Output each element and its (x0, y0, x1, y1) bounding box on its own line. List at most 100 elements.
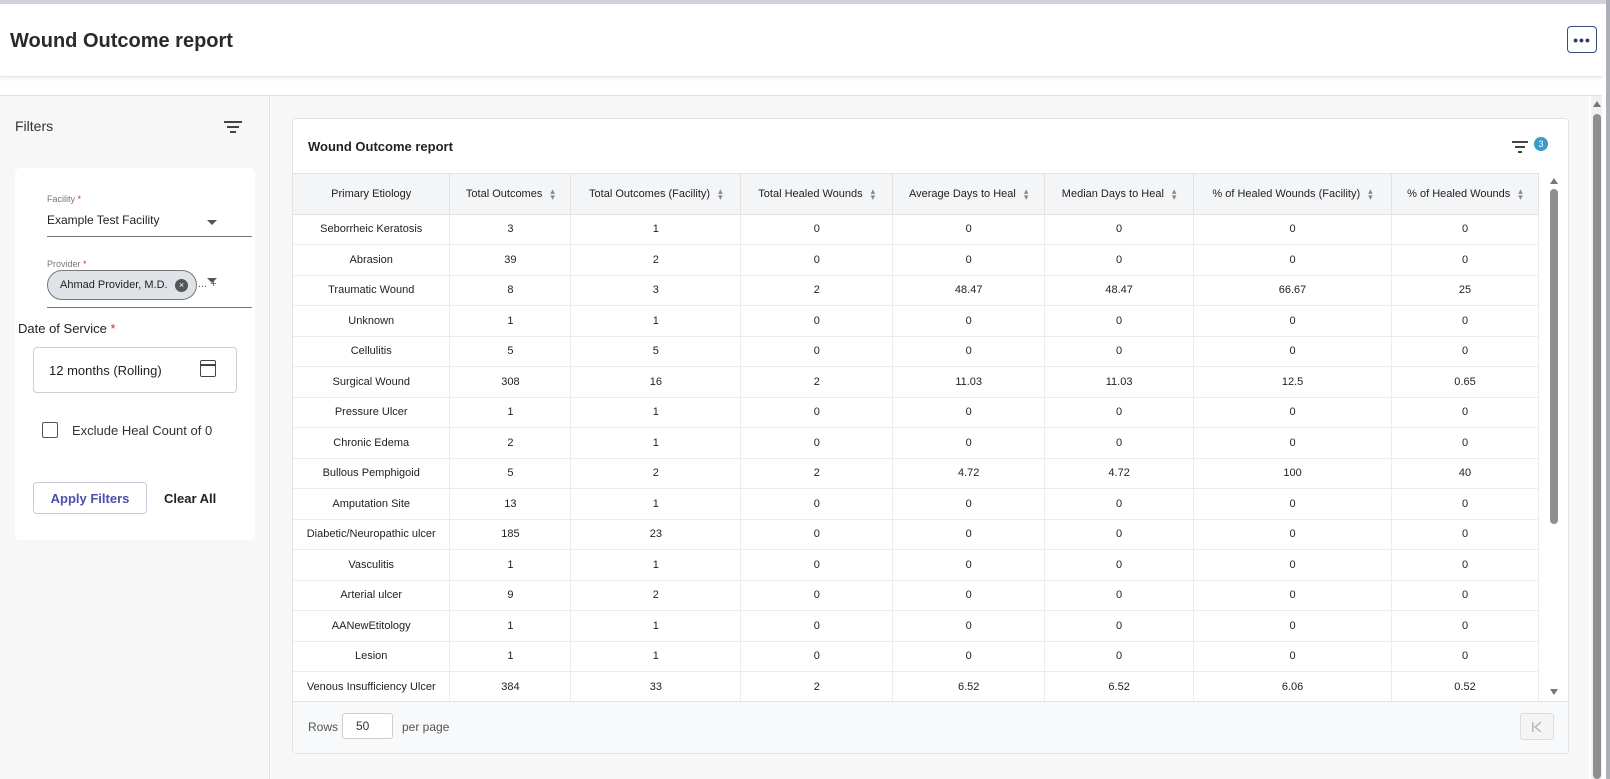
column-header[interactable]: % of Healed Wounds (Facility) ▴ ▾ (1193, 174, 1392, 215)
table-row[interactable]: Seborrheic Keratosis 3 1 0 0 0 0 0 (293, 214, 1539, 245)
table-row[interactable]: Pressure Ulcer 1 1 0 0 0 0 0 (293, 397, 1539, 428)
table-cell: Amputation Site (293, 488, 451, 520)
filters-title: Filters (15, 118, 54, 134)
apply-filters-button[interactable]: Apply Filters (33, 482, 147, 514)
table-cell: 0 (892, 214, 1046, 245)
first-page-button[interactable] (1520, 713, 1554, 740)
report-table-container: Primary Etiology Total Outcomes ▴ ▾ Total … (293, 173, 1539, 701)
table-row[interactable]: Diabetic/Neuropathic ulcer 185 23 0 0 0 0 0 (293, 519, 1539, 550)
sort-icon: ▴ ▾ (550, 185, 555, 202)
table-cell: 0 (1193, 580, 1392, 611)
table-row[interactable]: Arterial ulcer 9 2 0 0 0 0 0 (293, 580, 1539, 611)
filter-icon[interactable] (1512, 141, 1528, 153)
column-header[interactable]: Median Days to Heal ▴ ▾ (1044, 174, 1195, 215)
table-cell: 0 (1193, 488, 1392, 520)
table-row[interactable]: Surgical Wound 308 16 2 11.03 11.03 12.5 0.65 (293, 366, 1539, 398)
chip-remove-icon[interactable]: × (175, 279, 188, 292)
table-row[interactable]: Unknown 1 1 0 0 0 0 0 (293, 305, 1539, 337)
table-cell: 9 (449, 580, 572, 611)
scroll-up-icon (1550, 178, 1558, 184)
table-cell: 4.72 (1044, 458, 1195, 489)
date-of-service-input[interactable]: 12 months (Rolling) (33, 347, 237, 393)
column-header[interactable]: % of Healed Wounds ▴ ▾ (1391, 174, 1539, 215)
table-cell: 0 (740, 336, 894, 367)
table-cell: 0 (740, 610, 894, 642)
table-cell: 0 (1391, 641, 1539, 672)
provider-dropdown-icon[interactable] (207, 278, 217, 283)
column-header[interactable]: Primary Etiology (293, 174, 451, 215)
table-cell: 40 (1391, 458, 1539, 489)
table-cell: 1 (570, 610, 742, 642)
sort-icon: ▴ ▾ (718, 185, 723, 202)
table-cell: 0 (892, 397, 1046, 428)
scroll-up-icon (1593, 101, 1601, 107)
table-row[interactable]: Lesion 1 1 0 0 0 0 0 (293, 641, 1539, 672)
table-cell: 0 (892, 305, 1046, 337)
facility-select[interactable]: Example Test Facility (47, 213, 159, 227)
table-row[interactable]: Chronic Edema 2 1 0 0 0 0 0 (293, 427, 1539, 459)
column-header[interactable]: Total Healed Wounds ▴ ▾ (740, 174, 894, 215)
table-cell: 48.47 (1044, 275, 1195, 306)
table-cell: 5 (449, 336, 572, 367)
column-header[interactable]: Average Days to Heal ▴ ▾ (892, 174, 1046, 215)
table-cell: 0 (740, 305, 894, 337)
table-cell: 0 (1193, 244, 1392, 276)
table-cell: 0 (1044, 580, 1195, 611)
table-cell: 4.72 (892, 458, 1046, 489)
rows-per-page-input[interactable]: 50 (342, 713, 393, 739)
table-cell: 11.03 (1044, 366, 1195, 398)
table-cell: 5 (570, 336, 742, 367)
table-cell: 0 (892, 336, 1046, 367)
provider-chip[interactable]: Ahmad Provider, M.D. × (47, 270, 197, 300)
sort-icon: ▴ ▾ (1171, 185, 1177, 202)
table-cell: 0 (1044, 214, 1195, 245)
table-cell: AANewEtitology (293, 610, 451, 642)
table-cell: 3 (570, 275, 742, 306)
table-row[interactable]: Traumatic Wound 8 3 2 48.47 48.47 66.67 25 (293, 275, 1539, 306)
table-cell: 2 (570, 580, 742, 611)
table-row[interactable]: Abrasion 39 2 0 0 0 0 0 (293, 244, 1539, 276)
table-row[interactable]: Bullous Pemphigoid 5 2 2 4.72 4.72 100 40 (293, 458, 1539, 489)
table-cell: 1 (449, 549, 572, 581)
exclude-heal-count-checkbox[interactable] (42, 422, 58, 438)
table-cell: 1 (449, 641, 572, 672)
provider-label: Provider * (47, 259, 87, 269)
clear-all-button[interactable]: Clear All (164, 491, 216, 506)
sort-icon: ▴ ▾ (1023, 185, 1029, 202)
per-page-label: per page (402, 720, 450, 734)
table-cell: Vasculitis (293, 549, 451, 581)
table-cell: 0 (1391, 305, 1539, 337)
column-header[interactable]: Total Outcomes (Facility) ▴ ▾ (570, 174, 742, 215)
table-cell: 308 (449, 366, 572, 398)
table-cell: 1 (570, 214, 742, 245)
table-cell: Pressure Ulcer (293, 397, 451, 428)
table-cell: 0 (1044, 397, 1195, 428)
table-cell: 0 (740, 641, 894, 672)
table-cell: 0 (1044, 336, 1195, 367)
table-header-row: Primary Etiology Total Outcomes ▴ ▾ Total … (293, 174, 1539, 215)
table-scrollbar[interactable] (1549, 175, 1559, 697)
table-cell: 12.5 (1193, 366, 1392, 398)
table-row[interactable]: Amputation Site 13 1 0 0 0 0 0 (293, 488, 1539, 520)
table-row[interactable]: Cellulitis 5 5 0 0 0 0 0 (293, 336, 1539, 367)
table-cell: 0 (740, 519, 894, 550)
table-cell: 6.06 (1193, 671, 1392, 701)
filter-icon[interactable] (224, 120, 242, 134)
window-edge (1606, 0, 1610, 779)
sort-icon: ▴ ▾ (1368, 185, 1373, 202)
table-row[interactable]: Vasculitis 1 1 0 0 0 0 0 (293, 549, 1539, 581)
calendar-icon[interactable] (200, 360, 216, 377)
table-cell: 0 (1391, 488, 1539, 520)
column-header[interactable]: Total Outcomes ▴ ▾ (449, 174, 572, 215)
more-options-button[interactable]: ••• (1567, 26, 1597, 53)
table-cell: 0 (892, 580, 1046, 611)
page-scrollbar[interactable] (1591, 96, 1602, 779)
facility-dropdown-icon[interactable] (207, 220, 217, 225)
table-row[interactable]: AANewEtitology 1 1 0 0 0 0 0 (293, 610, 1539, 642)
table-cell: 2 (570, 458, 742, 489)
table-cell: Diabetic/Neuropathic ulcer (293, 519, 451, 550)
filter-count-badge: 3 (1534, 137, 1548, 151)
table-row[interactable]: Venous Insufficiency Ulcer 384 33 2 6.52 6.52… (293, 671, 1539, 701)
table-cell: 0 (1193, 641, 1392, 672)
table-cell: 0 (1044, 305, 1195, 337)
